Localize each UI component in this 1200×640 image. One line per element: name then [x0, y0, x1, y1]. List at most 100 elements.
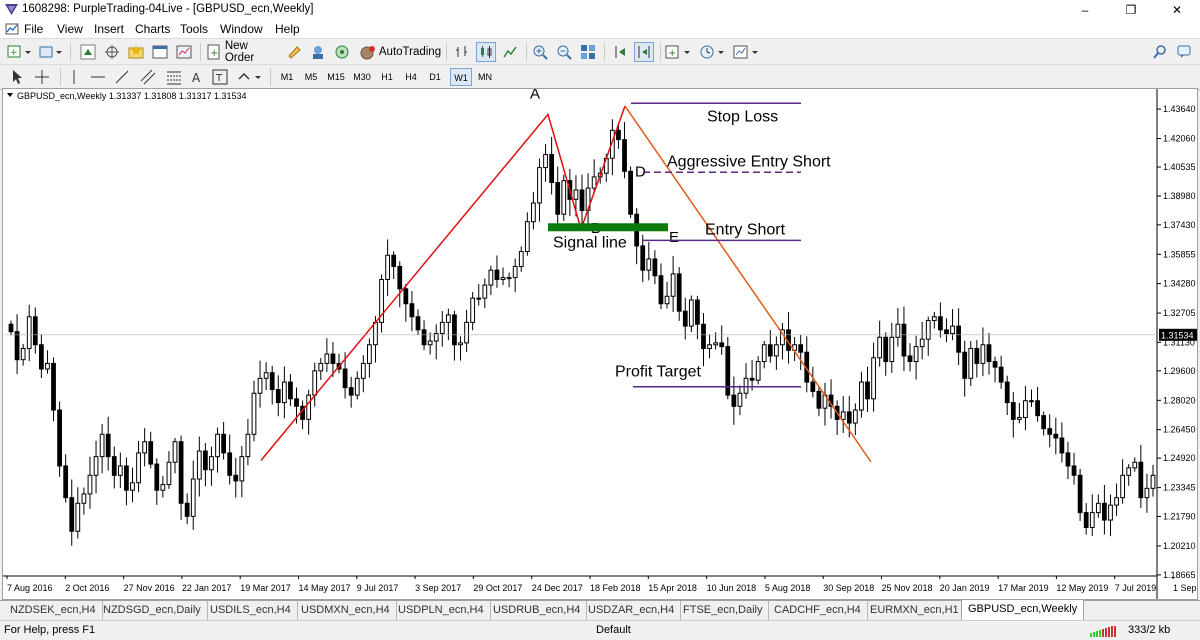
- tile-windows-button[interactable]: [578, 42, 598, 62]
- svg-text:+: +: [210, 48, 218, 59]
- menu-window[interactable]: Window: [220, 22, 263, 36]
- metaeditor-button[interactable]: [284, 42, 304, 62]
- new-chart-button[interactable]: +: [6, 42, 34, 62]
- candle: [38, 334, 44, 379]
- trendline-button[interactable]: [112, 67, 132, 87]
- search-button[interactable]: [1150, 42, 1170, 62]
- tab-gbpusd[interactable]: GBPUSD_ecn,Weekly: [961, 600, 1085, 621]
- text-label-button[interactable]: T: [210, 67, 230, 87]
- menu-view[interactable]: View: [57, 22, 83, 36]
- crosshair-button[interactable]: [32, 67, 52, 87]
- tab-nzdsek[interactable]: NZDSEK_ecn,H4: [4, 601, 103, 620]
- bull-candle-body: [281, 381, 287, 404]
- tab-nzdsgd[interactable]: NZDSGD_ecn,Daily: [97, 601, 208, 620]
- vertical-line-button[interactable]: [66, 67, 82, 87]
- experts-button[interactable]: [308, 42, 328, 62]
- templates-button[interactable]: [732, 42, 762, 62]
- navigator-button[interactable]: [126, 42, 146, 62]
- maximize-button[interactable]: ❐: [1108, 0, 1154, 20]
- profiles-button[interactable]: [38, 42, 64, 62]
- zoom-out-button[interactable]: [554, 42, 574, 62]
- candle: [57, 401, 62, 477]
- terminal-button[interactable]: [150, 42, 170, 62]
- bull-candle-body: [360, 362, 366, 379]
- candle: [640, 234, 646, 283]
- candle: [1132, 457, 1138, 472]
- candle: [1029, 389, 1034, 407]
- bear-candle-body: [409, 303, 415, 318]
- menu-insert[interactable]: Insert: [94, 22, 124, 36]
- candle: [761, 341, 767, 369]
- text-button[interactable]: A: [188, 67, 206, 87]
- chart-shift-button[interactable]: [610, 42, 630, 62]
- market-watch-button[interactable]: [78, 42, 98, 62]
- timeframe-m30[interactable]: M30: [350, 68, 374, 86]
- candle: [780, 322, 785, 360]
- bull-candle-body: [354, 377, 360, 396]
- candle: [998, 355, 1004, 389]
- signals-button[interactable]: [332, 42, 352, 62]
- indicators-button[interactable]: +: [664, 42, 694, 62]
- bull-candle-body: [664, 295, 670, 305]
- timeframe-h1[interactable]: H1: [376, 68, 398, 86]
- bar-chart-button[interactable]: [452, 42, 472, 62]
- arrows-button[interactable]: [236, 67, 264, 87]
- tab-cadchf[interactable]: CADCHF_ecn,H4: [768, 601, 868, 620]
- profiles-icon: [39, 46, 62, 58]
- timeframe-mn[interactable]: MN: [474, 68, 496, 86]
- candle: [913, 335, 919, 380]
- candle: [561, 174, 567, 221]
- tab-usdrub[interactable]: USDRUB_ecn,H4: [487, 601, 588, 620]
- tab-eurmxn[interactable]: EURMXN_ecn,H1: [864, 601, 966, 620]
- fibonacci-button[interactable]: [164, 67, 184, 87]
- timeframe-d1[interactable]: D1: [424, 68, 446, 86]
- auto-scroll-button[interactable]: [634, 42, 654, 62]
- minimize-button[interactable]: –: [1062, 0, 1108, 20]
- bear-candle-body: [676, 273, 682, 312]
- candle: [840, 396, 846, 434]
- data-window-button[interactable]: [102, 42, 122, 62]
- candle: [488, 265, 494, 296]
- timeframe-m1[interactable]: M1: [276, 68, 298, 86]
- signals-icon: [335, 45, 349, 59]
- bear-candle-body: [288, 381, 293, 400]
- new-order-button[interactable]: + New Order: [206, 40, 280, 64]
- tab-usdils[interactable]: USDILS_ecn,H4: [204, 601, 298, 620]
- timeframe-h4[interactable]: H4: [400, 68, 422, 86]
- cursor-button[interactable]: [8, 67, 26, 87]
- line-chart-icon: [503, 46, 517, 58]
- periods-button[interactable]: [698, 42, 728, 62]
- price-chart[interactable]: 1.43640 1.42060 1.40535 1.38980 1.37430 1.358…: [3, 89, 1197, 599]
- tab-usdpln[interactable]: USDPLN_ecn,H4: [392, 601, 491, 620]
- candle: [172, 437, 178, 474]
- auto-trading-button[interactable]: AutoTrading: [358, 42, 442, 62]
- bull-candle-body: [1016, 416, 1022, 420]
- zoom-in-button[interactable]: [530, 42, 550, 62]
- line-chart-button[interactable]: [500, 42, 520, 62]
- tab-usdzar[interactable]: USDZAR_ecn,H4: [582, 601, 682, 620]
- horizontal-line-button[interactable]: [88, 67, 108, 87]
- chart-window-icon[interactable]: [5, 22, 19, 36]
- timeframe-w1[interactable]: W1: [450, 68, 472, 86]
- equidistant-channel-button[interactable]: [138, 67, 158, 87]
- profit-target-label: Profit Target: [615, 364, 702, 381]
- candle: [63, 454, 69, 503]
- menu-charts[interactable]: Charts: [135, 22, 170, 36]
- timeframe-m5[interactable]: M5: [300, 68, 322, 86]
- menu-tools[interactable]: Tools: [180, 22, 208, 36]
- close-button[interactable]: ✕: [1154, 0, 1200, 20]
- bull-candle-body: [889, 336, 895, 363]
- bear-candle-body: [178, 441, 184, 504]
- vertical-line-icon: [73, 70, 75, 84]
- menu-help[interactable]: Help: [275, 22, 300, 36]
- menu-file[interactable]: File: [24, 22, 43, 36]
- candle: [828, 379, 834, 419]
- chart-window[interactable]: 1.43640 1.42060 1.40535 1.38980 1.37430 1.358…: [2, 88, 1198, 600]
- timeframe-m15[interactable]: M15: [324, 68, 348, 86]
- candlestick-chart-button[interactable]: [476, 42, 496, 62]
- strategy-tester-button[interactable]: [174, 42, 194, 62]
- tab-usdmxn[interactable]: USDMXN_ecn,H4: [295, 601, 397, 620]
- community-button[interactable]: [1174, 42, 1194, 62]
- crosshair-target-icon: [105, 45, 119, 59]
- tab-ftse[interactable]: FTSE_ecn,Daily: [677, 601, 770, 620]
